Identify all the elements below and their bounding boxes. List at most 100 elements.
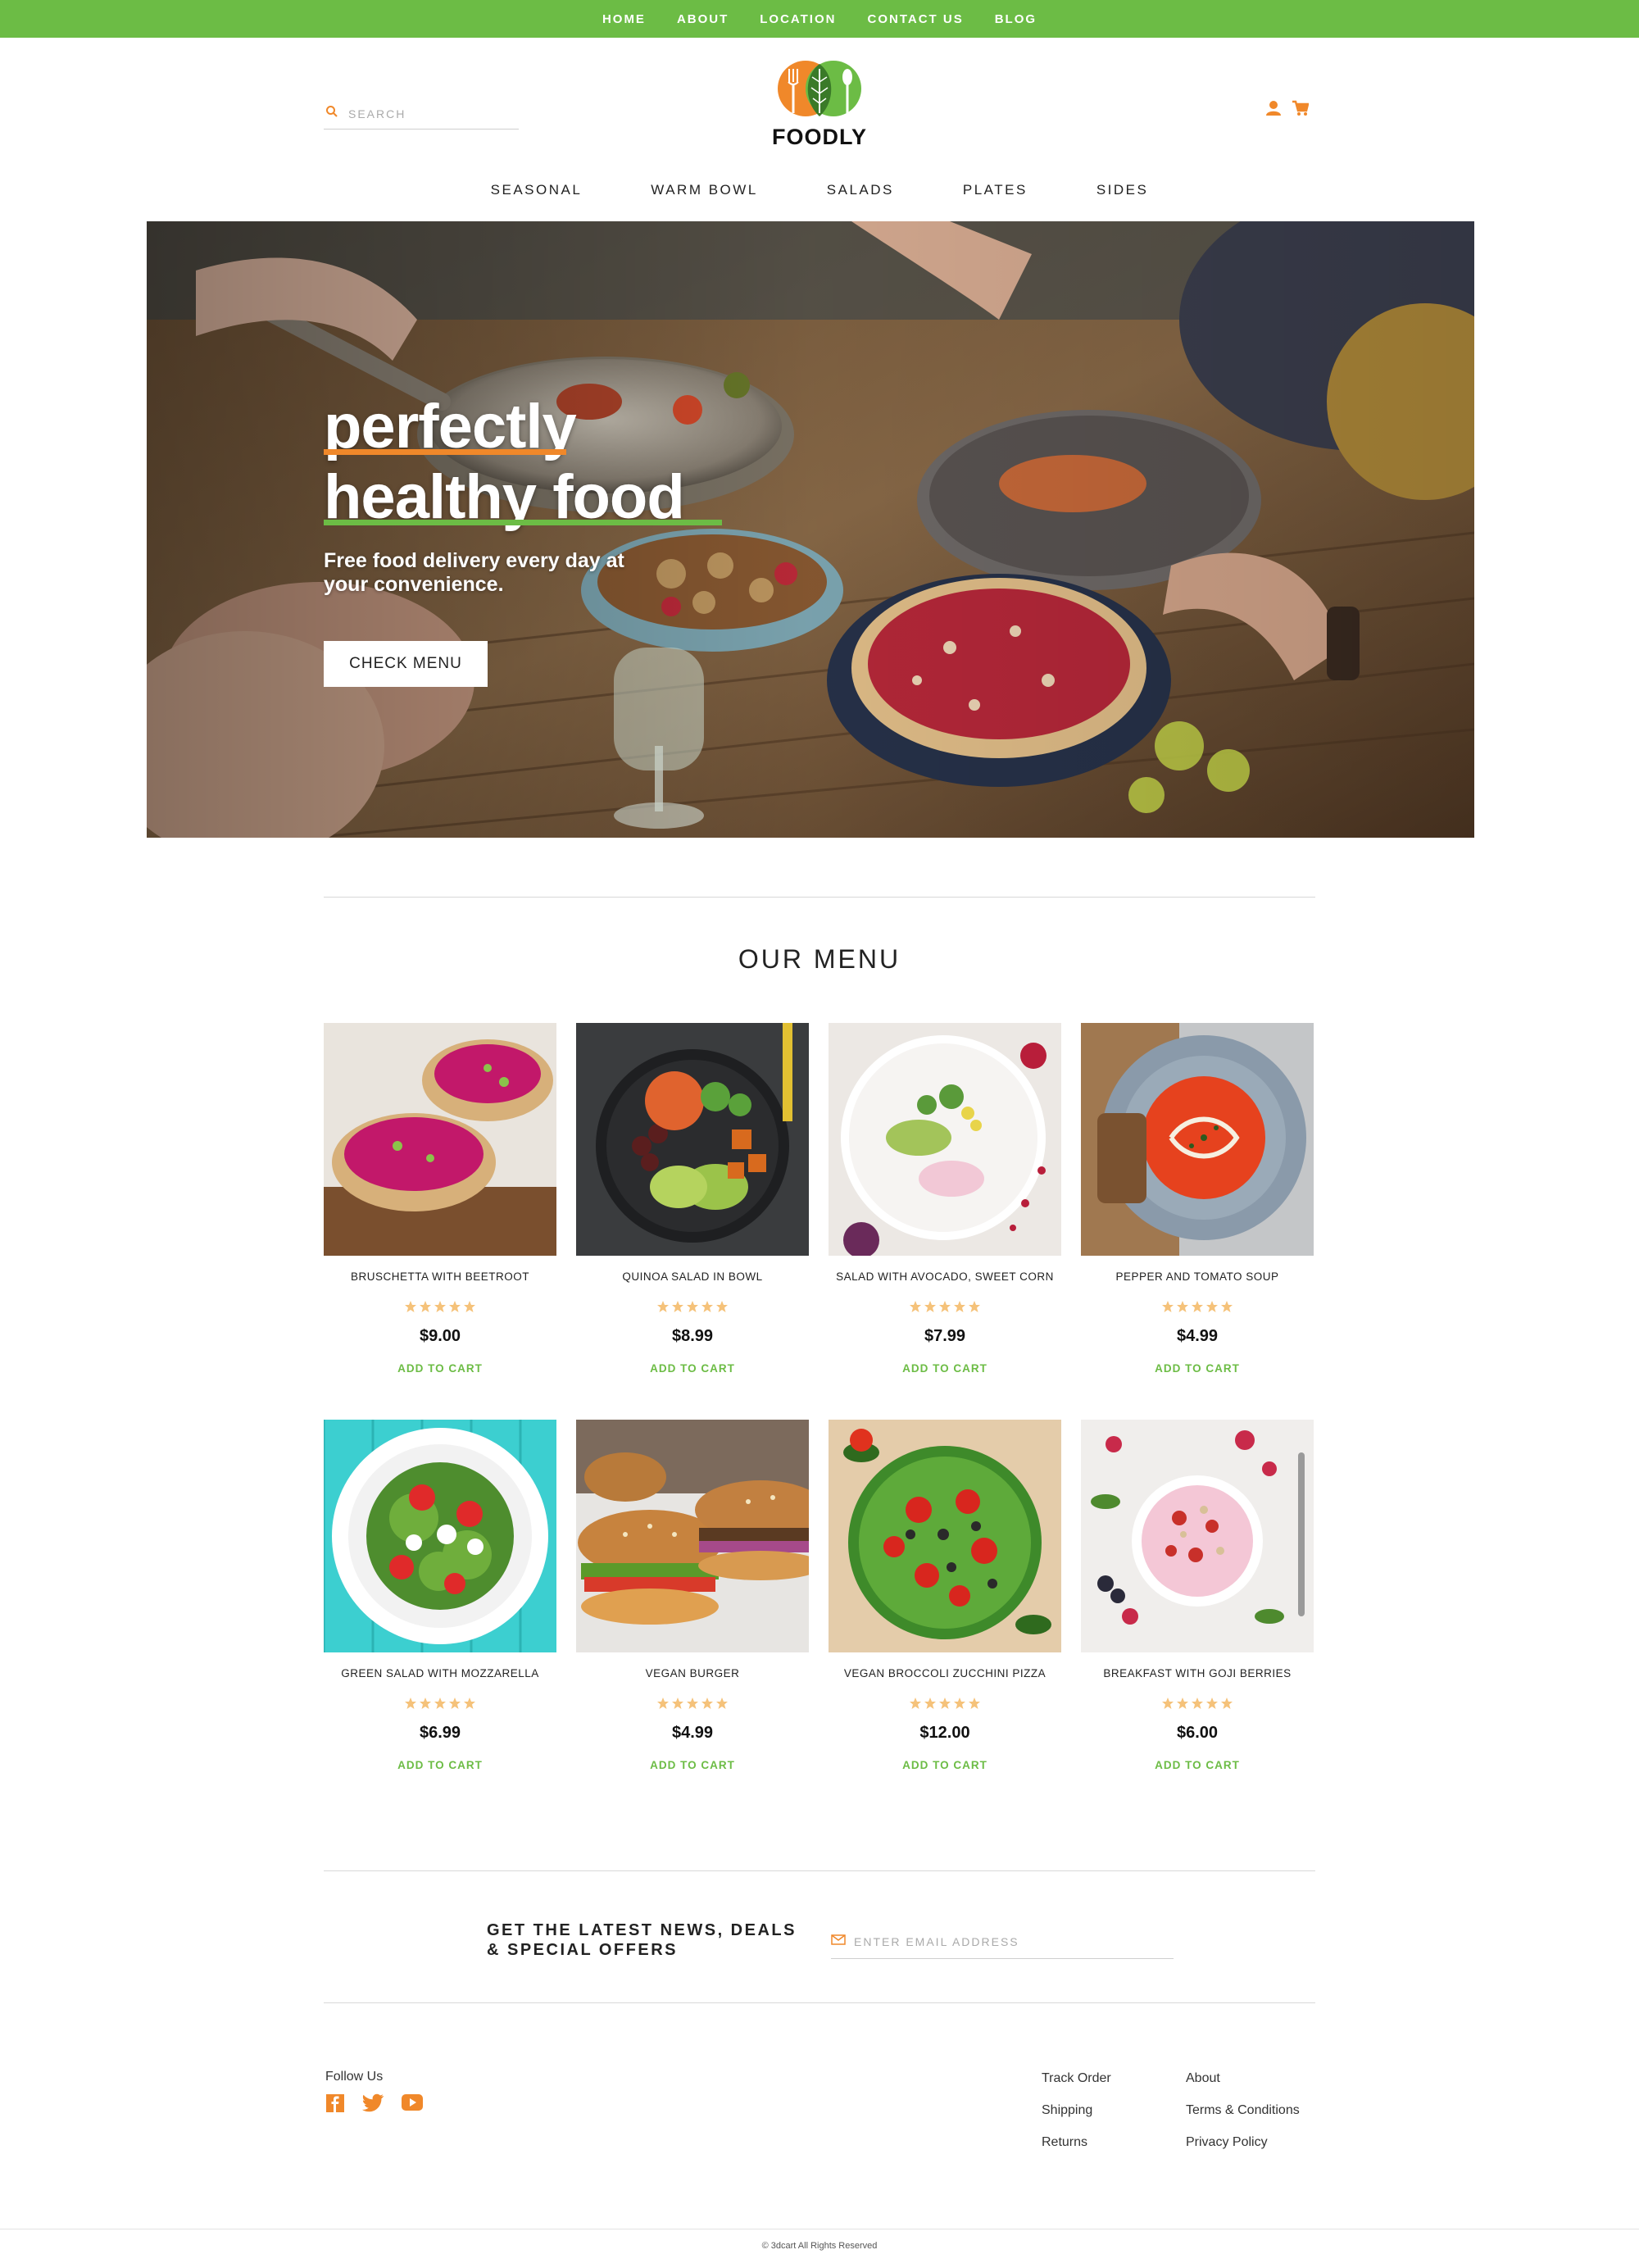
facebook-icon[interactable] [325,2093,345,2117]
product-image-green-salad[interactable] [324,1420,556,1652]
product-name[interactable]: BRUSCHETTA WITH BEETROOT [324,1270,556,1285]
star-icon [1192,1301,1203,1312]
star-icon [657,1301,669,1312]
star-icon [434,1301,446,1312]
product-card[interactable]: PEPPER AND TOMATO SOUP $4.99 ADD TO CART [1081,1023,1314,1376]
hero-subtitle: Free food delivery every day at your con… [324,549,624,596]
add-to-cart-button[interactable]: ADD TO CART [397,1759,483,1771]
product-price: $7.99 [924,1327,966,1345]
top-nav: HOME ABOUT LOCATION CONTACT US BLOG [0,0,1639,38]
star-icon [1192,1698,1203,1709]
star-icon [716,1698,728,1709]
star-icon [701,1698,713,1709]
product-price: $4.99 [1176,1327,1219,1345]
product-price: $4.99 [671,1724,714,1742]
add-to-cart-button[interactable]: ADD TO CART [1155,1362,1240,1375]
top-nav-contact[interactable]: CONTACT US [867,12,963,26]
user-icon[interactable] [1266,100,1281,120]
add-to-cart-button[interactable]: ADD TO CART [397,1362,483,1375]
star-icon [1206,1301,1218,1312]
top-nav-blog[interactable]: BLOG [995,12,1037,26]
product-rating [576,1300,809,1315]
product-card[interactable]: QUINOA SALAD IN BOWL $8.99 ADD TO CART [576,1023,809,1376]
follow-us-label: Follow Us [325,2070,384,2084]
product-image-quinoa-salad[interactable] [576,1023,809,1256]
email-input[interactable] [854,1934,1165,1948]
star-icon [672,1301,683,1312]
product-card[interactable]: BRUSCHETTA WITH BEETROOT $9.00 ADD TO CART [324,1023,556,1376]
product-name[interactable]: PEPPER AND TOMATO SOUP [1081,1270,1314,1285]
youtube-icon[interactable] [401,2093,424,2117]
product-card[interactable]: GREEN SALAD WITH MOZZARELLA $6.99 ADD TO C… [324,1420,556,1773]
search-icon[interactable] [324,105,338,122]
category-seasonal[interactable]: SEASONAL [491,182,583,198]
product-price: $6.99 [419,1724,461,1742]
product-name[interactable]: SALAD WITH AVOCADO, SWEET CORN [829,1270,1061,1285]
footer-link-terms[interactable]: Terms & Conditions [1186,2094,1300,2126]
product-rating [1081,1697,1314,1711]
add-to-cart-button[interactable]: ADD TO CART [1155,1759,1240,1771]
star-icon [939,1301,951,1312]
add-to-cart-button[interactable]: ADD TO CART [650,1759,735,1771]
twitter-icon[interactable] [361,2093,384,2117]
logo-text: FOODLY [771,125,868,149]
product-card[interactable]: VEGAN BROCCOLI ZUCCHINI PIZZA $12.00 ADD T… [829,1420,1061,1773]
product-image-broccoli-pizza[interactable] [829,1420,1061,1652]
star-icon [420,1698,431,1709]
star-icon [969,1301,980,1312]
cart-icon[interactable] [1292,100,1310,120]
top-nav-location[interactable]: LOCATION [760,12,836,26]
footer-link-about[interactable]: About [1186,2062,1300,2094]
product-name[interactable]: QUINOA SALAD IN BOWL [576,1270,809,1285]
product-card[interactable]: SALAD WITH AVOCADO, SWEET CORN $7.99 ADD T… [829,1023,1061,1376]
category-salads[interactable]: SALADS [827,182,894,198]
product-card[interactable]: VEGAN BURGER $4.99 ADD TO CART [576,1420,809,1773]
star-icon [405,1301,416,1312]
star-icon [434,1698,446,1709]
product-name[interactable]: VEGAN BURGER [576,1667,809,1682]
category-plates[interactable]: PLATES [963,182,1028,198]
logo-icon [778,61,861,116]
hero-banner: perfectly healthy food Free food deliver… [147,221,1474,838]
star-icon [464,1698,475,1709]
search-input[interactable] [348,107,504,120]
divider [324,897,1315,898]
star-icon [449,1698,461,1709]
product-image-vegan-burger[interactable] [576,1420,809,1652]
star-icon [924,1301,936,1312]
product-card[interactable]: BREAKFAST WITH GOJI BERRIES $6.00 ADD TO C… [1081,1420,1314,1773]
product-name[interactable]: GREEN SALAD WITH MOZZARELLA [324,1667,556,1682]
product-price: $6.00 [1176,1724,1219,1742]
product-image-tomato-soup[interactable] [1081,1023,1314,1256]
product-image-goji-breakfast[interactable] [1081,1420,1314,1652]
product-price: $8.99 [671,1327,714,1345]
mail-icon [831,1934,846,1949]
footer-link-shipping[interactable]: Shipping [1042,2094,1111,2126]
product-image-bruschetta-beetroot[interactable] [324,1023,556,1256]
star-icon [1206,1698,1218,1709]
product-name[interactable]: VEGAN BROCCOLI ZUCCHINI PIZZA [829,1667,1061,1682]
divider [324,2002,1315,2003]
product-rating [576,1697,809,1711]
top-nav-home[interactable]: HOME [602,12,646,26]
star-icon [672,1698,683,1709]
product-image-avocado-salad[interactable] [829,1023,1061,1256]
category-sides[interactable]: SIDES [1096,182,1149,198]
product-name[interactable]: BREAKFAST WITH GOJI BERRIES [1081,1667,1314,1682]
star-icon [939,1698,951,1709]
star-icon [420,1301,431,1312]
add-to-cart-button[interactable]: ADD TO CART [902,1759,987,1771]
product-rating [1081,1300,1314,1315]
star-icon [657,1698,669,1709]
top-nav-about[interactable]: ABOUT [677,12,729,26]
category-warm-bowl[interactable]: WARM BOWL [651,182,757,198]
add-to-cart-button[interactable]: ADD TO CART [902,1362,987,1375]
footer-link-privacy[interactable]: Privacy Policy [1186,2126,1300,2158]
add-to-cart-button[interactable]: ADD TO CART [650,1362,735,1375]
logo[interactable]: FOODLY [766,57,873,152]
footer-link-returns[interactable]: Returns [1042,2126,1111,2158]
check-menu-button[interactable]: CHECK MENU [324,641,488,687]
star-icon [924,1698,936,1709]
email-box [831,1925,1174,1959]
footer-link-track-order[interactable]: Track Order [1042,2062,1111,2094]
